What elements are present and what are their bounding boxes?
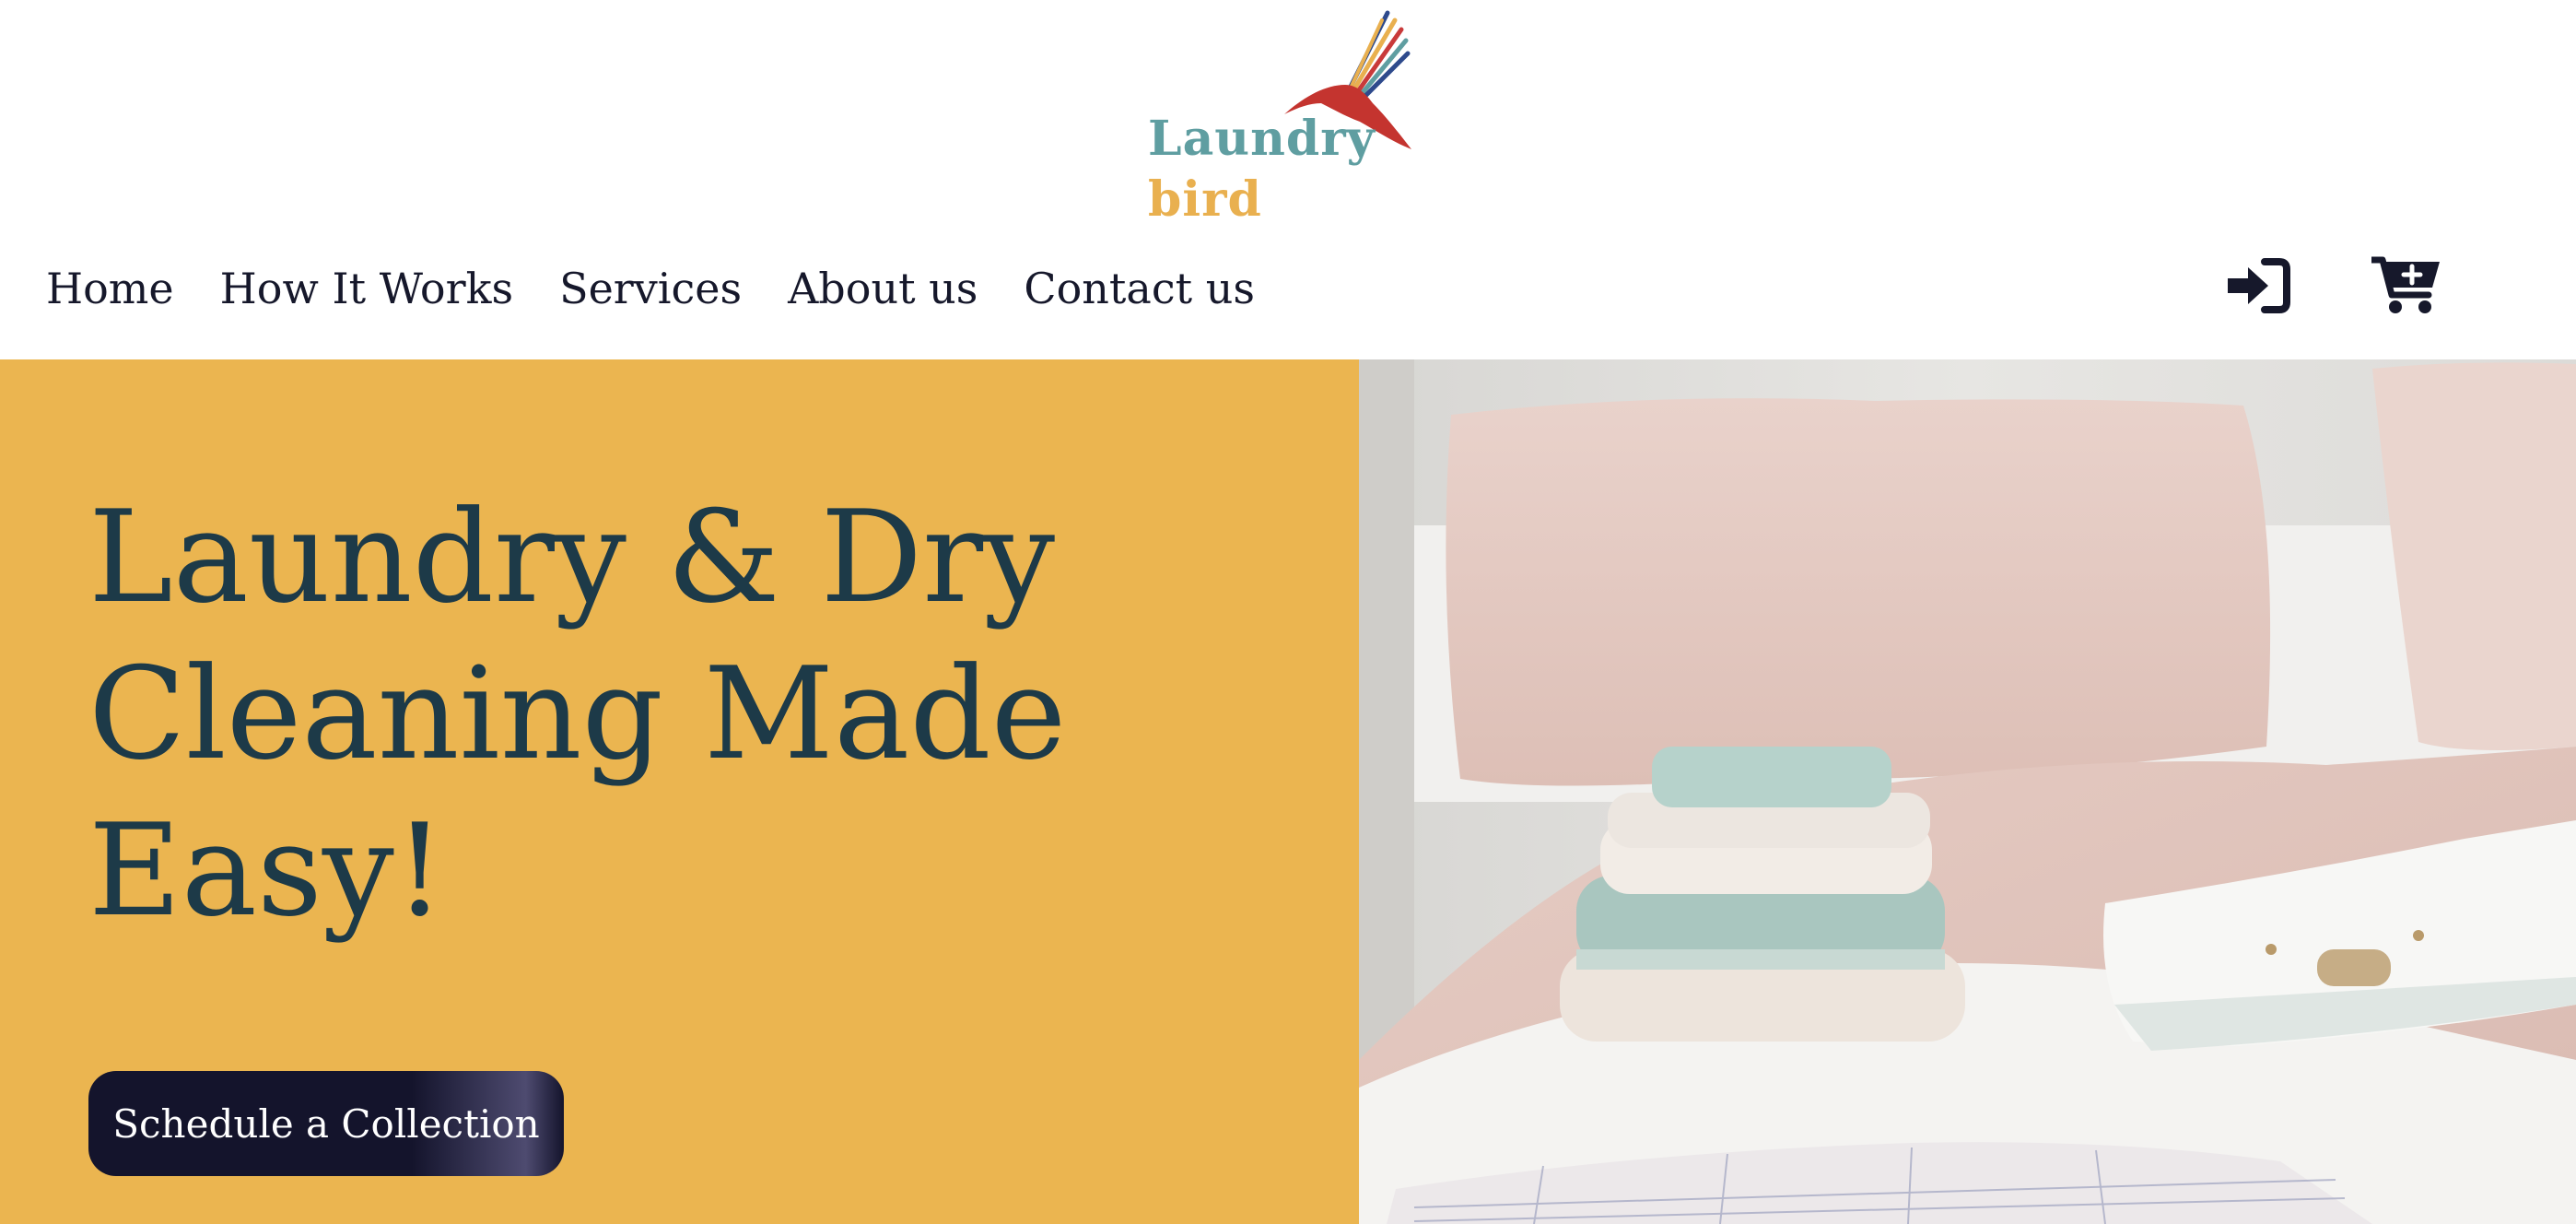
hero-panel: Laundry & Dry Cleaning Made Easy! Schedu… bbox=[0, 359, 1359, 1224]
schedule-collection-button[interactable]: Schedule a Collection bbox=[88, 1071, 564, 1176]
nav-item-about-us[interactable]: About us bbox=[788, 260, 978, 317]
nav-item-services[interactable]: Services bbox=[559, 260, 742, 317]
login-icon bbox=[2228, 258, 2290, 313]
nav-item-how-it-works[interactable]: How It Works bbox=[220, 260, 513, 317]
cart-plus-icon bbox=[2371, 256, 2440, 313]
hero-image bbox=[1359, 359, 2576, 1224]
nav-item-contact-us[interactable]: Contact us bbox=[1024, 260, 1255, 317]
hero-title: Laundry & Dry Cleaning Made Easy! bbox=[88, 483, 1067, 945]
cart-button[interactable] bbox=[2371, 254, 2440, 315]
login-button[interactable] bbox=[2228, 258, 2290, 313]
main-nav: Home How It Works Services About us Cont… bbox=[46, 260, 1255, 317]
logo-word-laundry: Laundry bbox=[1148, 111, 1376, 167]
brand-logo[interactable]: Laundry bird bbox=[1146, 7, 1423, 228]
nav-item-home[interactable]: Home bbox=[46, 260, 174, 317]
logo-word-bird: bird bbox=[1148, 171, 1262, 228]
